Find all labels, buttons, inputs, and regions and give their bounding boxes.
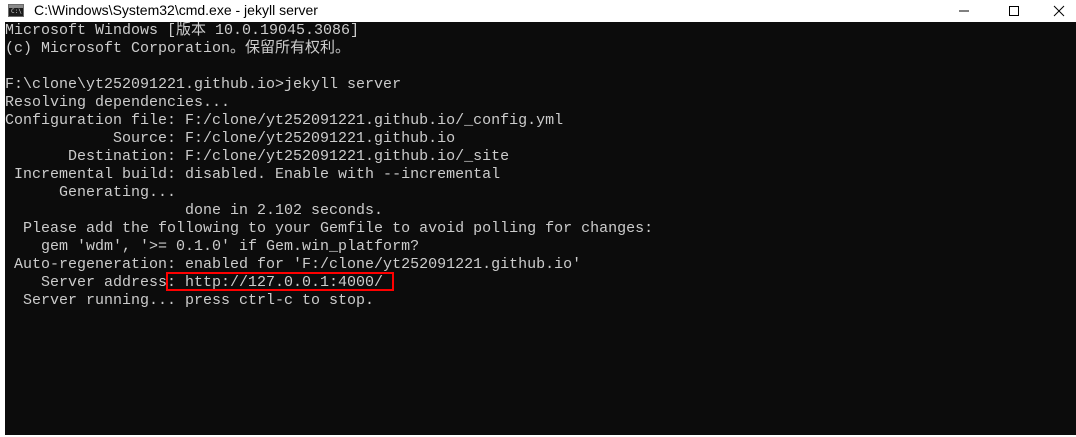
console-line[interactable]: Server running... press ctrl-c to stop.: [5, 292, 374, 310]
maximize-button[interactable]: [991, 0, 1037, 22]
cmd-icon-prompt: C:\: [11, 8, 22, 15]
console-line[interactable]: done in 2.102 seconds.: [5, 202, 383, 220]
cmd-app-icon[interactable]: C:\: [8, 4, 24, 17]
minimize-button[interactable]: [941, 0, 987, 22]
window-title: C:\Windows\System32\cmd.exe - jekyll ser…: [34, 2, 318, 18]
console-line[interactable]: Please add the following to your Gemfile…: [5, 220, 653, 238]
console-output[interactable]: Microsoft Windows [版本 10.0.19045.3086] (…: [5, 22, 1076, 435]
console-line[interactable]: Microsoft Windows [版本 10.0.19045.3086]: [5, 22, 359, 40]
console-line[interactable]: (c) Microsoft Corporation。保留所有权利。: [5, 40, 350, 58]
close-icon: [1053, 5, 1064, 17]
console-line[interactable]: Resolving dependencies...: [5, 94, 230, 112]
maximize-icon: [1009, 6, 1019, 16]
console-line[interactable]: Incremental build: disabled. Enable with…: [5, 166, 500, 184]
console-line[interactable]: F:\clone\yt252091221.github.io>jekyll se…: [5, 76, 401, 94]
console-line[interactable]: gem 'wdm', '>= 0.1.0' if Gem.win_platfor…: [5, 238, 419, 256]
console-line[interactable]: Destination: F:/clone/yt252091221.github…: [5, 148, 509, 166]
minimize-icon: [959, 10, 969, 12]
title-bar[interactable]: C:\ C:\Windows\System32\cmd.exe - jekyll…: [0, 0, 1076, 22]
console-line[interactable]: Configuration file: F:/clone/yt252091221…: [5, 112, 563, 130]
cmd-window: C:\ C:\Windows\System32\cmd.exe - jekyll…: [0, 0, 1076, 437]
console-line[interactable]: Generating...: [5, 184, 176, 202]
console-line[interactable]: Source: F:/clone/yt252091221.github.io: [5, 130, 455, 148]
close-button[interactable]: [1041, 0, 1076, 22]
server-address-highlight: [166, 272, 394, 291]
